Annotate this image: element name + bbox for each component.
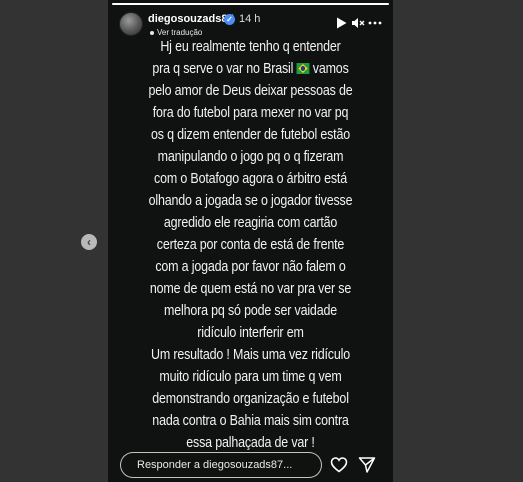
username[interactable]: diegosouzads87	[148, 13, 234, 25]
caption-line: olhando a jogada se o jogador tivesse	[148, 193, 353, 209]
reply-input[interactable]: Responder a diegosouzads87...	[120, 452, 322, 478]
more-icon[interactable]	[368, 16, 382, 30]
caption-line: Um resultado ! Mais uma vez ridículo	[151, 347, 350, 363]
caption-line-text: pra q serve o var no Brasil	[152, 61, 294, 77]
caption-line: pelo amor de Deus deixar pessoas de	[148, 83, 353, 99]
caption-line: melhora pq só pode ser vaidade	[163, 303, 337, 319]
story-progress-bar	[112, 3, 389, 5]
heart-icon[interactable]	[330, 456, 348, 474]
caption-line-text: vamos	[312, 61, 349, 77]
caption-line: agredido ele reagiria com cartão	[163, 215, 338, 231]
play-icon[interactable]	[334, 16, 348, 30]
caption-line: Hj eu realmente tenho q entender	[160, 39, 341, 55]
verified-badge-icon: ✓	[224, 14, 235, 25]
caption-line: essa palhaçada de var !	[186, 435, 315, 451]
caption-line: manipulando o jogo pq o q fizeram	[157, 149, 344, 165]
send-icon[interactable]	[358, 456, 376, 474]
caption-line: os q dizem entender de futebol estão	[150, 127, 351, 143]
caption-line: certeza por conta de está de frente	[156, 237, 345, 253]
caption-line: demonstrando organização e futebol	[152, 391, 349, 407]
caption-line: pra q serve o var no Brasil vamos	[128, 58, 373, 80]
caption-line: nada contra o Bahia mais sim contra	[152, 413, 349, 429]
story-caption: Hj eu realmente tenho q entender pra q s…	[128, 36, 373, 454]
caption-line: fora do futebol para mexer no var pq	[152, 105, 349, 121]
bullet-dot-icon	[150, 30, 154, 35]
caption-line: com o Botafogo agora o árbitro está	[154, 171, 347, 187]
brazil-flag-icon	[296, 63, 310, 74]
caption-line: muito ridículo para um time q vem	[159, 369, 342, 385]
post-time: 14 h	[239, 13, 261, 25]
chevron-left-icon[interactable]: ‹	[81, 234, 97, 250]
speaker-muted-icon[interactable]	[351, 16, 365, 30]
story-progress-fill	[112, 3, 389, 5]
caption-line: ridículo interferir em	[197, 325, 304, 341]
caption-line: nome de quem está no var pra ver se	[149, 281, 352, 297]
avatar[interactable]	[119, 12, 143, 36]
caption-line: com a jogada por favor não falem o	[155, 259, 346, 275]
